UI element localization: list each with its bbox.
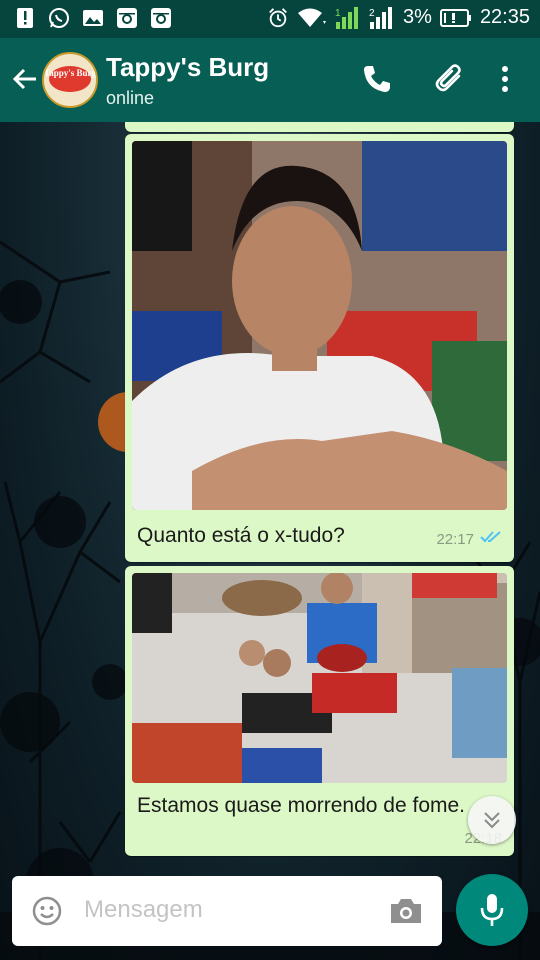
message-bubble[interactable]: Estamos quase morrendo de fome. 22:18	[125, 566, 514, 856]
mic-icon	[480, 894, 504, 926]
signal-2-icon: 2	[369, 6, 395, 29]
chat-area[interactable]: Quanto está o x-tudo? 22:17 Estamos quas…	[0, 122, 540, 960]
signal-1-icon: 1	[335, 6, 361, 29]
message-time: 22:17	[436, 530, 474, 548]
camera-icon[interactable]	[388, 896, 424, 926]
contact-name[interactable]: Tappy's Burg	[106, 52, 269, 83]
clock: 22:35	[479, 6, 530, 28]
message-caption: Estamos quase morrendo de fome.	[137, 794, 466, 817]
whatsapp-icon	[48, 7, 70, 29]
alert-icon	[14, 7, 36, 29]
attach-icon[interactable]	[432, 62, 466, 96]
previous-message-bubble[interactable]	[125, 122, 514, 132]
battery-icon	[439, 7, 472, 29]
message-input[interactable]: Mensagem	[84, 896, 203, 924]
instagram-icon	[150, 7, 172, 29]
contact-status: online	[106, 88, 155, 108]
message-image[interactable]	[132, 141, 507, 510]
avatar[interactable]: Tappy's Burg	[42, 52, 98, 108]
gallery-icon	[82, 7, 104, 29]
message-composer[interactable]: Mensagem	[12, 876, 442, 946]
message-image[interactable]	[132, 573, 507, 783]
avatar-logo-text: Tappy's Burg	[44, 68, 96, 78]
emoji-icon[interactable]	[32, 896, 62, 926]
status-bar: 1 2 3% 22:35	[0, 0, 540, 38]
chat-header: Tappy's Burg Tappy's Burg online	[0, 38, 540, 122]
instagram-icon	[116, 7, 138, 29]
back-arrow-icon[interactable]	[10, 64, 40, 94]
scroll-down-button[interactable]	[468, 796, 516, 844]
wifi-icon	[297, 7, 327, 29]
message-bubble[interactable]: Quanto está o x-tudo? 22:17	[125, 134, 514, 562]
phone-icon[interactable]	[360, 62, 394, 96]
message-caption: Quanto está o x-tudo?	[137, 524, 345, 547]
more-vert-icon[interactable]	[488, 62, 522, 96]
double-chevron-down-icon	[484, 812, 500, 829]
svg-text:1: 1	[335, 8, 341, 19]
read-ticks-icon	[480, 530, 502, 548]
mic-button[interactable]	[456, 874, 528, 946]
alarm-icon	[267, 7, 289, 29]
svg-text:2: 2	[369, 8, 375, 19]
battery-percent: 3%	[403, 6, 432, 28]
